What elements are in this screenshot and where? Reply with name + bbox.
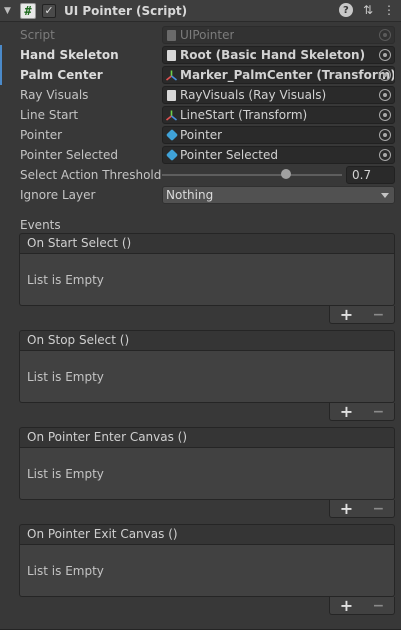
event-list-footer: + − bbox=[329, 597, 395, 615]
label-ray-visuals: Ray Visuals bbox=[20, 88, 89, 102]
row-hand-skeleton: Hand Skeleton Root (Basic Hand Skeleton) bbox=[0, 45, 401, 65]
field-script: UIPointer bbox=[162, 26, 395, 44]
object-picker-icon bbox=[379, 29, 391, 41]
label-select-action-threshold: Select Action Threshold bbox=[20, 168, 162, 182]
threshold-value-field[interactable]: 0.7 bbox=[346, 166, 395, 184]
field-pointer-value: Pointer bbox=[180, 128, 223, 142]
event-on-pointer-exit-canvas: On Pointer Exit Canvas () List is Empty … bbox=[19, 524, 395, 615]
field-pointer-selected[interactable]: Pointer Selected bbox=[162, 146, 395, 164]
remove-listener-button[interactable]: − bbox=[373, 598, 385, 614]
object-picker-icon[interactable] bbox=[379, 89, 391, 101]
add-listener-button[interactable]: + bbox=[340, 500, 353, 517]
event-on-pointer-enter-canvas: On Pointer Enter Canvas () List is Empty… bbox=[19, 427, 395, 518]
field-palm-center[interactable]: Marker_PalmCenter (Transform) bbox=[162, 66, 395, 84]
transform-axis-icon bbox=[166, 110, 177, 121]
component-header[interactable]: ▼ # ✓ UI Pointer (Script) ? ⇅ ⋮ bbox=[0, 0, 401, 22]
context-menu-icon[interactable]: ⋮ bbox=[383, 3, 395, 17]
field-line-start-value: LineStart (Transform) bbox=[180, 108, 308, 122]
field-hand-skeleton-value: Root (Basic Hand Skeleton) bbox=[180, 48, 366, 62]
label-line-start: Line Start bbox=[20, 108, 79, 122]
object-picker-icon[interactable] bbox=[379, 129, 391, 141]
event-list-body: List is Empty bbox=[19, 448, 395, 500]
transform-axis-icon bbox=[166, 70, 177, 81]
event-list-body: List is Empty bbox=[19, 254, 395, 306]
row-pointer-selected: Pointer Selected Pointer Selected bbox=[0, 145, 401, 165]
doc-icon bbox=[166, 89, 177, 101]
threshold-slider-track[interactable] bbox=[162, 174, 342, 176]
label-pointer: Pointer bbox=[20, 128, 63, 142]
field-script-value: UIPointer bbox=[180, 28, 235, 42]
add-listener-button[interactable]: + bbox=[340, 403, 353, 420]
field-pointer[interactable]: Pointer bbox=[162, 126, 395, 144]
foldout-arrow-icon[interactable]: ▼ bbox=[4, 6, 18, 16]
field-palm-center-value: Marker_PalmCenter (Transform) bbox=[180, 68, 394, 82]
event-header: On Start Select () bbox=[19, 233, 395, 254]
override-indicator bbox=[0, 65, 2, 85]
object-picker-icon[interactable] bbox=[379, 69, 391, 81]
object-picker-icon[interactable] bbox=[379, 149, 391, 161]
override-indicator bbox=[0, 45, 2, 65]
event-list-footer: + − bbox=[329, 306, 395, 324]
event-header: On Pointer Enter Canvas () bbox=[19, 427, 395, 448]
help-icon[interactable]: ? bbox=[338, 3, 353, 17]
ignore-layer-value: Nothing bbox=[166, 188, 214, 202]
dropdown-arrow-icon bbox=[381, 193, 389, 198]
prefab-cube-icon bbox=[165, 128, 178, 142]
label-ignore-layer: Ignore Layer bbox=[20, 188, 96, 202]
threshold-slider-handle[interactable] bbox=[281, 169, 291, 179]
ignore-layer-dropdown[interactable]: Nothing bbox=[162, 186, 395, 204]
event-header: On Stop Select () bbox=[19, 330, 395, 351]
object-picker-icon[interactable] bbox=[379, 109, 391, 121]
header-icons: ? ⇅ ⋮ bbox=[338, 3, 395, 17]
add-listener-button[interactable]: + bbox=[340, 306, 353, 323]
doc-icon bbox=[166, 49, 177, 61]
prefab-cube-icon bbox=[165, 148, 178, 162]
label-hand-skeleton: Hand Skeleton bbox=[20, 48, 119, 62]
field-line-start[interactable]: LineStart (Transform) bbox=[162, 106, 395, 124]
row-line-start: Line Start LineStart (Transform) bbox=[0, 105, 401, 125]
component-enabled-checkbox[interactable]: ✓ bbox=[42, 3, 56, 18]
field-ray-visuals[interactable]: RayVisuals (Ray Visuals) bbox=[162, 86, 395, 104]
event-header: On Pointer Exit Canvas () bbox=[19, 524, 395, 545]
event-list-footer: + − bbox=[329, 500, 395, 518]
event-on-stop-select: On Stop Select () List is Empty + − bbox=[19, 330, 395, 421]
script-doc-icon bbox=[166, 29, 177, 41]
row-ignore-layer: Ignore Layer Nothing bbox=[0, 185, 401, 205]
row-pointer: Pointer Pointer bbox=[0, 125, 401, 145]
remove-listener-button[interactable]: − bbox=[373, 307, 385, 323]
row-ray-visuals: Ray Visuals RayVisuals (Ray Visuals) bbox=[0, 85, 401, 105]
preset-icon[interactable]: ⇅ bbox=[363, 3, 373, 17]
script-icon: # bbox=[20, 2, 36, 19]
event-list-body: List is Empty bbox=[19, 545, 395, 597]
remove-listener-button[interactable]: − bbox=[373, 501, 385, 517]
row-palm-center: Palm Center Marker_PalmCenter (Transform… bbox=[0, 65, 401, 85]
field-ray-visuals-value: RayVisuals (Ray Visuals) bbox=[180, 88, 327, 102]
event-list-body: List is Empty bbox=[19, 351, 395, 403]
field-hand-skeleton[interactable]: Root (Basic Hand Skeleton) bbox=[162, 46, 395, 64]
event-on-start-select: On Start Select () List is Empty + − bbox=[19, 233, 395, 324]
label-script: Script bbox=[20, 28, 55, 42]
label-palm-center: Palm Center bbox=[20, 68, 103, 82]
event-list-footer: + − bbox=[329, 403, 395, 421]
row-script: Script UIPointer bbox=[0, 25, 401, 45]
row-select-action-threshold: Select Action Threshold 0.7 bbox=[0, 165, 401, 185]
label-pointer-selected: Pointer Selected bbox=[20, 148, 118, 162]
object-picker-icon[interactable] bbox=[379, 49, 391, 61]
remove-listener-button[interactable]: − bbox=[373, 404, 385, 420]
component-title: UI Pointer (Script) bbox=[64, 3, 188, 18]
events-section-label: Events bbox=[20, 218, 61, 232]
add-listener-button[interactable]: + bbox=[340, 597, 353, 614]
field-pointer-selected-value: Pointer Selected bbox=[180, 148, 278, 162]
